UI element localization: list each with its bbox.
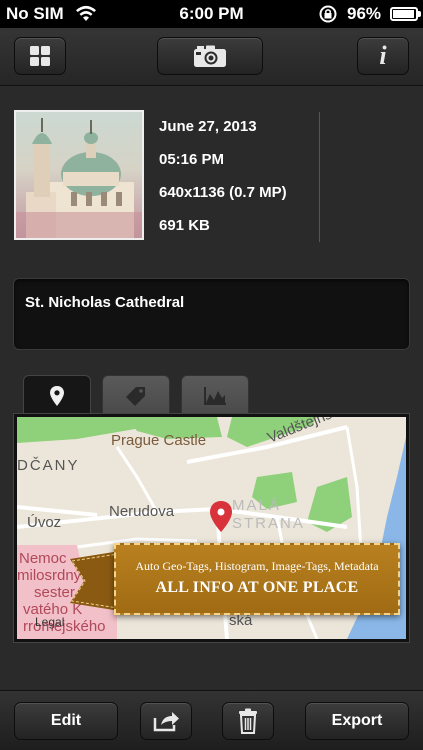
camera-button[interactable] [157, 37, 263, 75]
histogram-icon [204, 386, 226, 405]
battery-percent: 96% [347, 4, 382, 23]
map-label-nerudova: Nerudova [109, 503, 175, 520]
grid-button[interactable] [14, 37, 66, 75]
camera-icon [194, 45, 226, 67]
map-label-prague-castle: Prague Castle [111, 432, 207, 449]
divider [319, 112, 320, 242]
map-label-mala: MALÁ [232, 497, 281, 514]
tab-tags[interactable] [102, 375, 170, 415]
share-icon [153, 712, 179, 732]
delete-button[interactable] [222, 702, 274, 740]
map-label-nemoc: Nemoc [19, 550, 67, 567]
info-icon: i [379, 41, 387, 70]
map-legal-link[interactable]: Legal [35, 615, 64, 629]
top-toolbar: i [0, 28, 423, 86]
tab-histogram[interactable] [181, 375, 249, 415]
map-label-uvoz: Úvoz [27, 514, 62, 531]
map-label-sester: sester [34, 584, 75, 601]
bottom-toolbar: Edit Export [0, 690, 423, 750]
tag-icon [126, 386, 145, 406]
photo-title-field[interactable]: St. Nicholas Cathedral [13, 278, 410, 350]
map-pin-icon [210, 501, 232, 532]
edit-button[interactable]: Edit [14, 702, 118, 740]
photo-title: St. Nicholas Cathedral [25, 294, 185, 311]
tab-location[interactable] [23, 375, 91, 415]
location-pin-icon [50, 385, 64, 406]
photo-thumbnail[interactable] [14, 110, 144, 240]
photo-date: June 27, 2013 [159, 118, 257, 135]
banner-ribbon-tail [70, 551, 120, 611]
map-label-strana: STRANA [232, 515, 305, 532]
map-label-hradcany: DČANY [17, 457, 80, 474]
export-button[interactable]: Export [305, 702, 409, 740]
trash-icon [239, 708, 257, 734]
photo-time: 05:16 PM [159, 151, 225, 168]
status-bar: No SIM 6:00 PM 96% [0, 0, 423, 28]
info-button[interactable]: i [357, 37, 409, 75]
orientation-lock-icon [319, 5, 337, 23]
photo-file-size: 691 KB [159, 217, 210, 234]
cathedral-image [16, 112, 142, 238]
share-button[interactable] [140, 702, 192, 740]
photo-dimensions: 640x1136 (0.7 MP) [159, 184, 287, 201]
promo-banner: Auto Geo-Tags, Histogram, Image-Tags, Me… [114, 543, 400, 615]
grid-icon [30, 46, 50, 66]
banner-title: ALL INFO AT ONE PLACE [155, 579, 359, 596]
banner-subtitle: Auto Geo-Tags, Histogram, Image-Tags, Me… [135, 559, 379, 573]
battery-icon [390, 7, 421, 21]
